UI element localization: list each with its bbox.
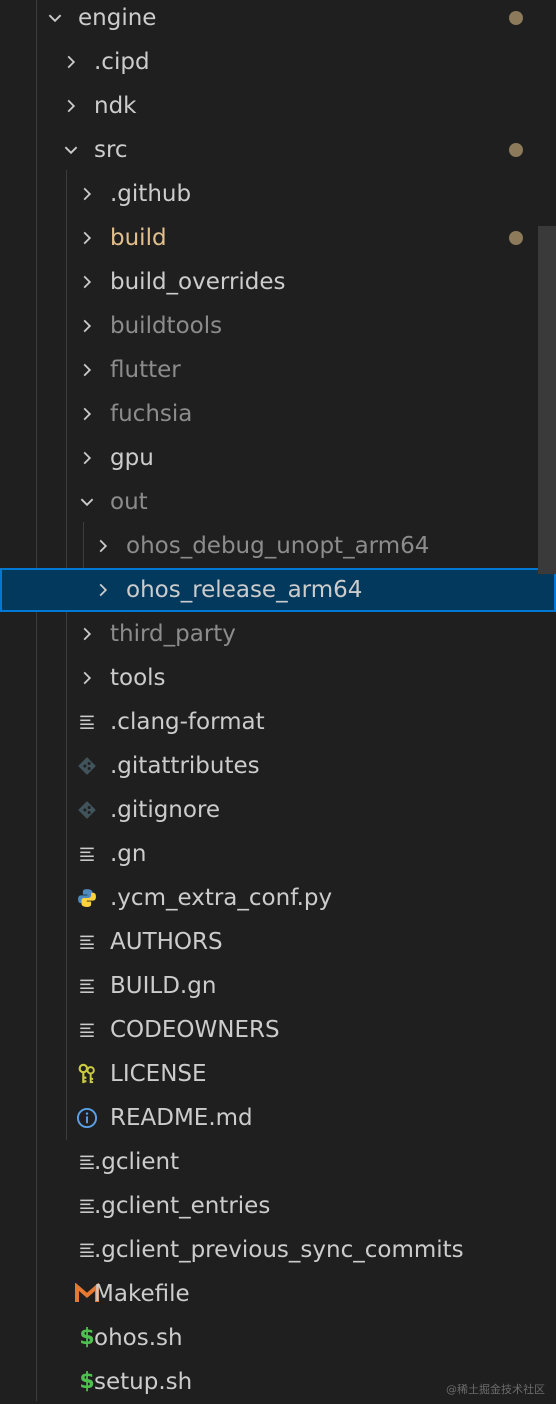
tree-item-label: .gitattributes bbox=[110, 753, 260, 779]
tree-item-label: buildtools bbox=[110, 313, 223, 339]
chevron-right-icon[interactable] bbox=[76, 348, 98, 392]
lines-icon bbox=[74, 832, 100, 876]
tree-file-authors[interactable]: AUTHORS bbox=[0, 920, 556, 964]
tree-file-gitignore[interactable]: .gitignore bbox=[0, 788, 556, 832]
modified-dot-badge bbox=[509, 231, 523, 245]
tree-item-label: build_overrides bbox=[110, 269, 286, 295]
chevron-right-icon[interactable] bbox=[76, 436, 98, 480]
tree-file-clang-format[interactable]: .clang-format bbox=[0, 700, 556, 744]
tree-file-gn[interactable]: .gn bbox=[0, 832, 556, 876]
tree-item-label: ndk bbox=[94, 93, 137, 119]
tree-item-label: .github bbox=[110, 181, 192, 207]
python-icon bbox=[74, 876, 100, 920]
tree-folder-github[interactable]: .github bbox=[0, 172, 556, 216]
tree-folder-engine[interactable]: engine bbox=[0, 0, 556, 40]
tree-item-label: flutter bbox=[110, 357, 181, 383]
chevron-right-icon[interactable] bbox=[76, 392, 98, 436]
tree-item-label: AUTHORS bbox=[110, 929, 223, 955]
tree-item-label: Makefile bbox=[94, 1281, 190, 1307]
git-icon bbox=[74, 744, 100, 788]
tree-folder-fuchsia[interactable]: fuchsia bbox=[0, 392, 556, 436]
tree-file-codeowners[interactable]: CODEOWNERS bbox=[0, 1008, 556, 1052]
tree-folder-ohos-release-arm64[interactable]: ohos_release_arm64 bbox=[0, 568, 556, 612]
tree-file-license[interactable]: LICENSE bbox=[0, 1052, 556, 1096]
tree-file-ohos-sh[interactable]: $ ohos.sh bbox=[0, 1316, 556, 1360]
explorer-file-tree: engine .cipd ndk src .github build build_overr… bbox=[0, 0, 556, 1401]
modified-dot-badge bbox=[509, 143, 523, 157]
tree-folder-build-overrides[interactable]: build_overrides bbox=[0, 260, 556, 304]
tree-item-label: BUILD.gn bbox=[110, 973, 217, 999]
tree-folder-flutter[interactable]: flutter bbox=[0, 348, 556, 392]
tree-item-label: third_party bbox=[110, 621, 236, 647]
tree-folder-cipd[interactable]: .cipd bbox=[0, 40, 556, 84]
tree-item-label: .clang-format bbox=[110, 709, 265, 735]
chevron-right-icon[interactable] bbox=[60, 40, 82, 84]
tree-item-label: build bbox=[110, 225, 167, 251]
tree-folder-src[interactable]: src bbox=[0, 128, 556, 172]
chevron-right-icon[interactable] bbox=[76, 656, 98, 700]
chevron-right-icon[interactable] bbox=[92, 568, 114, 612]
git-icon bbox=[74, 788, 100, 832]
chevron-down-icon[interactable] bbox=[44, 0, 66, 40]
tree-item-label: tools bbox=[110, 665, 166, 691]
tree-item-label: .gclient_entries bbox=[94, 1193, 271, 1219]
tree-file-gclient[interactable]: .gclient bbox=[0, 1140, 556, 1184]
tree-folder-gpu[interactable]: gpu bbox=[0, 436, 556, 480]
tree-folder-out[interactable]: out bbox=[0, 480, 556, 524]
tree-item-label: engine bbox=[78, 5, 157, 31]
tree-item-label: .cipd bbox=[94, 49, 150, 75]
tree-item-label: fuchsia bbox=[110, 401, 193, 427]
lines-icon bbox=[74, 700, 100, 744]
tree-file-gclient-previous-sync-commits[interactable]: .gclient_previous_sync_commits bbox=[0, 1228, 556, 1272]
tree-folder-tools[interactable]: tools bbox=[0, 656, 556, 700]
chevron-down-icon[interactable] bbox=[60, 128, 82, 172]
info-icon bbox=[74, 1096, 100, 1140]
tree-item-label: LICENSE bbox=[110, 1061, 207, 1087]
tree-item-label: gpu bbox=[110, 445, 154, 471]
chevron-down-icon[interactable] bbox=[76, 480, 98, 524]
tree-item-label: README.md bbox=[110, 1105, 253, 1131]
lines-icon bbox=[74, 1008, 100, 1052]
chevron-right-icon[interactable] bbox=[76, 172, 98, 216]
tree-item-label: ohos_debug_unopt_arm64 bbox=[126, 533, 430, 559]
chevron-right-icon[interactable] bbox=[60, 84, 82, 128]
tree-folder-ohos-debug-unopt-arm64[interactable]: ohos_debug_unopt_arm64 bbox=[0, 524, 556, 568]
watermark: @稀土掘金技术社区 bbox=[446, 1383, 545, 1396]
tree-folder-build[interactable]: build bbox=[0, 216, 556, 260]
tree-file-readme-md[interactable]: README.md bbox=[0, 1096, 556, 1140]
tree-item-label: .gitignore bbox=[110, 797, 221, 823]
tree-item-label: setup.sh bbox=[94, 1369, 193, 1395]
lines-icon bbox=[74, 920, 100, 964]
chevron-right-icon[interactable] bbox=[92, 524, 114, 568]
tree-item-label: .gn bbox=[110, 841, 147, 867]
tree-folder-ndk[interactable]: ndk bbox=[0, 84, 556, 128]
tree-item-label: out bbox=[110, 489, 148, 515]
tree-item-label: .gclient bbox=[94, 1149, 180, 1175]
license-key-icon bbox=[74, 1052, 100, 1096]
tree-item-label: .gclient_previous_sync_commits bbox=[94, 1237, 464, 1263]
tree-item-label: src bbox=[94, 137, 128, 163]
modified-dot-badge bbox=[509, 11, 523, 25]
tree-folder-third-party[interactable]: third_party bbox=[0, 612, 556, 656]
chevron-right-icon[interactable] bbox=[76, 260, 98, 304]
chevron-right-icon[interactable] bbox=[76, 612, 98, 656]
tree-file-gclient-entries[interactable]: .gclient_entries bbox=[0, 1184, 556, 1228]
tree-item-label: ohos.sh bbox=[94, 1325, 183, 1351]
tree-folder-buildtools[interactable]: buildtools bbox=[0, 304, 556, 348]
tree-file-build-gn[interactable]: BUILD.gn bbox=[0, 964, 556, 1008]
tree-file-ycm-extra-conf-py[interactable]: .ycm_extra_conf.py bbox=[0, 876, 556, 920]
vertical-scrollbar-thumb[interactable] bbox=[538, 226, 556, 574]
chevron-right-icon[interactable] bbox=[76, 304, 98, 348]
chevron-right-icon[interactable] bbox=[76, 216, 98, 260]
lines-icon bbox=[74, 964, 100, 1008]
tree-file-makefile[interactable]: Makefile bbox=[0, 1272, 556, 1316]
tree-file-gitattributes[interactable]: .gitattributes bbox=[0, 744, 556, 788]
tree-item-label: CODEOWNERS bbox=[110, 1017, 280, 1043]
tree-item-label: .ycm_extra_conf.py bbox=[110, 885, 333, 911]
tree-item-label: ohos_release_arm64 bbox=[126, 577, 363, 603]
